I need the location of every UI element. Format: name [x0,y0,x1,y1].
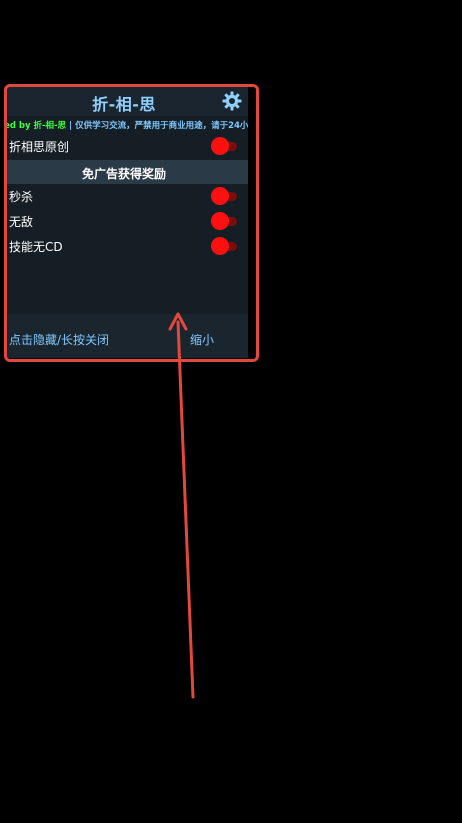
mod-menu-panel: 折-相-思 ed by 折-相-思 | 仅供学习交流，严禁用于商业用途，请于24… [6,86,248,358]
gear-icon [222,91,242,111]
toggle-label: 秒杀 [9,190,34,204]
toggle-row-original: 折相思原创 [6,134,248,158]
switch-knob [211,187,229,205]
marquee-suffix: | 仅供学习交流，严禁用于商业用途，请于24小时 [66,121,248,131]
toggle-row-one-hit-kill: 秒杀 [6,184,248,208]
panel-header: 折-相-思 [6,86,248,116]
toggle-switch-no-cooldown[interactable] [211,237,239,255]
section-label: 免广告获得奖励 [81,167,166,181]
hide-close-button[interactable]: 点击隐藏/长按关闭 [9,331,109,348]
toggle-label: 折相思原创 [9,140,70,154]
toggle-label: 无敌 [9,215,34,229]
toggle-row-no-cooldown: 技能无CD [6,234,248,258]
toggle-row-invincible: 无敌 [6,209,248,233]
switch-knob [211,137,229,155]
marquee-author: 折-相-思 [33,121,67,131]
screen: 折-相-思 ed by 折-相-思 | 仅供学习交流，严禁用于商业用途，请于24… [0,0,462,823]
toggle-switch-invincible[interactable] [211,212,239,230]
minimize-button[interactable]: 缩小 [190,331,214,348]
switch-knob [211,237,229,255]
marquee-prefix: ded by [6,121,31,131]
toggle-label: 技能无CD [9,240,63,254]
marquee-banner: ded by 折-相-思 | 仅供学习交流，严禁用于商业用途，请于24小时 [6,116,248,134]
section-header: 免广告获得奖励 [6,160,248,184]
panel-footer: 点击隐藏/长按关闭 缩小 [6,314,248,358]
switch-knob [211,212,229,230]
toggle-switch-original[interactable] [211,137,239,155]
panel-title: 折-相-思 [92,95,156,114]
settings-button[interactable] [220,89,244,113]
toggle-switch-one-hit-kill[interactable] [211,187,239,205]
